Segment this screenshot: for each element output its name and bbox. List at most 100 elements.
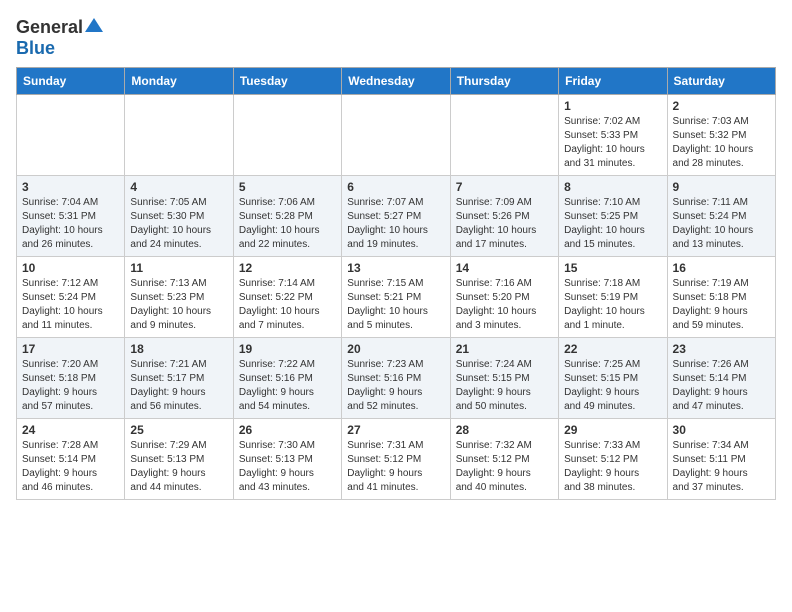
calendar-cell: 25 Sunrise: 7:29 AM Sunset: 5:13 PM Dayli…: [125, 419, 233, 500]
logo-icon: [85, 16, 103, 34]
day-number: 16: [673, 261, 770, 275]
day-number: 6: [347, 180, 444, 194]
calendar-cell: 8 Sunrise: 7:10 AM Sunset: 5:25 PM Daylig…: [559, 176, 667, 257]
day-info: Sunrise: 7:31 AM Sunset: 5:12 PM Dayligh…: [347, 439, 444, 495]
calendar-cell: 26 Sunrise: 7:30 AM Sunset: 5:13 PM Dayli…: [233, 419, 341, 500]
day-info: Sunrise: 7:13 AM Sunset: 5:23 PM Dayligh…: [130, 277, 227, 333]
day-number: 5: [239, 180, 336, 194]
calendar-cell: 5 Sunrise: 7:06 AM Sunset: 5:28 PM Daylig…: [233, 176, 341, 257]
day-number: 23: [673, 342, 770, 356]
calendar-cell: 10 Sunrise: 7:12 AM Sunset: 5:24 PM Dayli…: [17, 257, 125, 338]
weekday-header: Friday: [559, 68, 667, 95]
day-number: 26: [239, 423, 336, 437]
logo-general-text: General: [16, 18, 83, 38]
calendar-cell: 21 Sunrise: 7:24 AM Sunset: 5:15 PM Dayli…: [450, 338, 558, 419]
calendar-cell: 14 Sunrise: 7:16 AM Sunset: 5:20 PM Dayli…: [450, 257, 558, 338]
day-number: 21: [456, 342, 553, 356]
day-info: Sunrise: 7:28 AM Sunset: 5:14 PM Dayligh…: [22, 439, 119, 495]
calendar-cell: 6 Sunrise: 7:07 AM Sunset: 5:27 PM Daylig…: [342, 176, 450, 257]
calendar-cell: 24 Sunrise: 7:28 AM Sunset: 5:14 PM Dayli…: [17, 419, 125, 500]
calendar-cell: 7Sunrise: 7:09 AM Sunset: 5:26 PM Daylig…: [450, 176, 558, 257]
day-number: 13: [347, 261, 444, 275]
day-info: Sunrise: 7:30 AM Sunset: 5:13 PM Dayligh…: [239, 439, 336, 495]
calendar-cell: 20 Sunrise: 7:23 AM Sunset: 5:16 PM Dayli…: [342, 338, 450, 419]
day-number: 28: [456, 423, 553, 437]
calendar-week-row: 24 Sunrise: 7:28 AM Sunset: 5:14 PM Dayli…: [17, 419, 776, 500]
logo: General Blue: [16, 16, 103, 59]
day-info: Sunrise: 7:18 AM Sunset: 5:19 PM Dayligh…: [564, 277, 661, 333]
day-number: 22: [564, 342, 661, 356]
day-info: Sunrise: 7:03 AM Sunset: 5:32 PM Dayligh…: [673, 115, 770, 171]
day-info: Sunrise: 7:21 AM Sunset: 5:17 PM Dayligh…: [130, 358, 227, 414]
day-number: 27: [347, 423, 444, 437]
calendar-cell: 13 Sunrise: 7:15 AM Sunset: 5:21 PM Dayli…: [342, 257, 450, 338]
calendar-cell: [17, 95, 125, 176]
day-info: Sunrise: 7:06 AM Sunset: 5:28 PM Dayligh…: [239, 196, 336, 252]
calendar-cell: 29 Sunrise: 7:33 AM Sunset: 5:12 PM Dayli…: [559, 419, 667, 500]
day-info: Sunrise: 7:12 AM Sunset: 5:24 PM Dayligh…: [22, 277, 119, 333]
calendar-cell: 16 Sunrise: 7:19 AM Sunset: 5:18 PM Dayli…: [667, 257, 775, 338]
day-info: Sunrise: 7:19 AM Sunset: 5:18 PM Dayligh…: [673, 277, 770, 333]
page-header: General Blue: [16, 16, 776, 59]
day-number: 20: [347, 342, 444, 356]
calendar-cell: 19 Sunrise: 7:22 AM Sunset: 5:16 PM Dayli…: [233, 338, 341, 419]
day-info: Sunrise: 7:10 AM Sunset: 5:25 PM Dayligh…: [564, 196, 661, 252]
day-number: 4: [130, 180, 227, 194]
day-number: 17: [22, 342, 119, 356]
day-info: Sunrise: 7:32 AM Sunset: 5:12 PM Dayligh…: [456, 439, 553, 495]
calendar-cell: 9Sunrise: 7:11 AM Sunset: 5:24 PM Daylig…: [667, 176, 775, 257]
calendar-cell: [233, 95, 341, 176]
day-number: 29: [564, 423, 661, 437]
day-number: 30: [673, 423, 770, 437]
day-info: Sunrise: 7:14 AM Sunset: 5:22 PM Dayligh…: [239, 277, 336, 333]
day-number: 2: [673, 99, 770, 113]
day-number: 7: [456, 180, 553, 194]
calendar-cell: 3 Sunrise: 7:04 AM Sunset: 5:31 PM Daylig…: [17, 176, 125, 257]
day-number: 19: [239, 342, 336, 356]
calendar-header-row: SundayMondayTuesdayWednesdayThursdayFrid…: [17, 68, 776, 95]
day-number: 14: [456, 261, 553, 275]
day-info: Sunrise: 7:05 AM Sunset: 5:30 PM Dayligh…: [130, 196, 227, 252]
weekday-header: Thursday: [450, 68, 558, 95]
weekday-header: Wednesday: [342, 68, 450, 95]
day-number: 11: [130, 261, 227, 275]
logo-blue-text: Blue: [16, 38, 55, 58]
day-info: Sunrise: 7:29 AM Sunset: 5:13 PM Dayligh…: [130, 439, 227, 495]
calendar-cell: 4 Sunrise: 7:05 AM Sunset: 5:30 PM Daylig…: [125, 176, 233, 257]
weekday-header: Sunday: [17, 68, 125, 95]
calendar-cell: 18 Sunrise: 7:21 AM Sunset: 5:17 PM Dayli…: [125, 338, 233, 419]
day-info: Sunrise: 7:33 AM Sunset: 5:12 PM Dayligh…: [564, 439, 661, 495]
calendar-cell: 23Sunrise: 7:26 AM Sunset: 5:14 PM Dayli…: [667, 338, 775, 419]
calendar-cell: [342, 95, 450, 176]
weekday-header: Tuesday: [233, 68, 341, 95]
day-info: Sunrise: 7:15 AM Sunset: 5:21 PM Dayligh…: [347, 277, 444, 333]
calendar-cell: 12Sunrise: 7:14 AM Sunset: 5:22 PM Dayli…: [233, 257, 341, 338]
day-info: Sunrise: 7:16 AM Sunset: 5:20 PM Dayligh…: [456, 277, 553, 333]
calendar-cell: [125, 95, 233, 176]
day-info: Sunrise: 7:07 AM Sunset: 5:27 PM Dayligh…: [347, 196, 444, 252]
calendar-week-row: 17Sunrise: 7:20 AM Sunset: 5:18 PM Dayli…: [17, 338, 776, 419]
day-info: Sunrise: 7:34 AM Sunset: 5:11 PM Dayligh…: [673, 439, 770, 495]
day-info: Sunrise: 7:25 AM Sunset: 5:15 PM Dayligh…: [564, 358, 661, 414]
calendar-body: 1Sunrise: 7:02 AM Sunset: 5:33 PM Daylig…: [17, 95, 776, 500]
day-number: 24: [22, 423, 119, 437]
weekday-header: Monday: [125, 68, 233, 95]
calendar-week-row: 1Sunrise: 7:02 AM Sunset: 5:33 PM Daylig…: [17, 95, 776, 176]
calendar-cell: 15Sunrise: 7:18 AM Sunset: 5:19 PM Dayli…: [559, 257, 667, 338]
calendar-cell: 17Sunrise: 7:20 AM Sunset: 5:18 PM Dayli…: [17, 338, 125, 419]
calendar-cell: 1Sunrise: 7:02 AM Sunset: 5:33 PM Daylig…: [559, 95, 667, 176]
calendar-cell: 2 Sunrise: 7:03 AM Sunset: 5:32 PM Daylig…: [667, 95, 775, 176]
day-info: Sunrise: 7:24 AM Sunset: 5:15 PM Dayligh…: [456, 358, 553, 414]
day-info: Sunrise: 7:22 AM Sunset: 5:16 PM Dayligh…: [239, 358, 336, 414]
day-number: 3: [22, 180, 119, 194]
day-info: Sunrise: 7:04 AM Sunset: 5:31 PM Dayligh…: [22, 196, 119, 252]
day-number: 10: [22, 261, 119, 275]
weekday-header: Saturday: [667, 68, 775, 95]
calendar-cell: 30 Sunrise: 7:34 AM Sunset: 5:11 PM Dayli…: [667, 419, 775, 500]
day-number: 9: [673, 180, 770, 194]
day-number: 18: [130, 342, 227, 356]
calendar-cell: [450, 95, 558, 176]
day-number: 25: [130, 423, 227, 437]
day-info: Sunrise: 7:23 AM Sunset: 5:16 PM Dayligh…: [347, 358, 444, 414]
day-number: 8: [564, 180, 661, 194]
